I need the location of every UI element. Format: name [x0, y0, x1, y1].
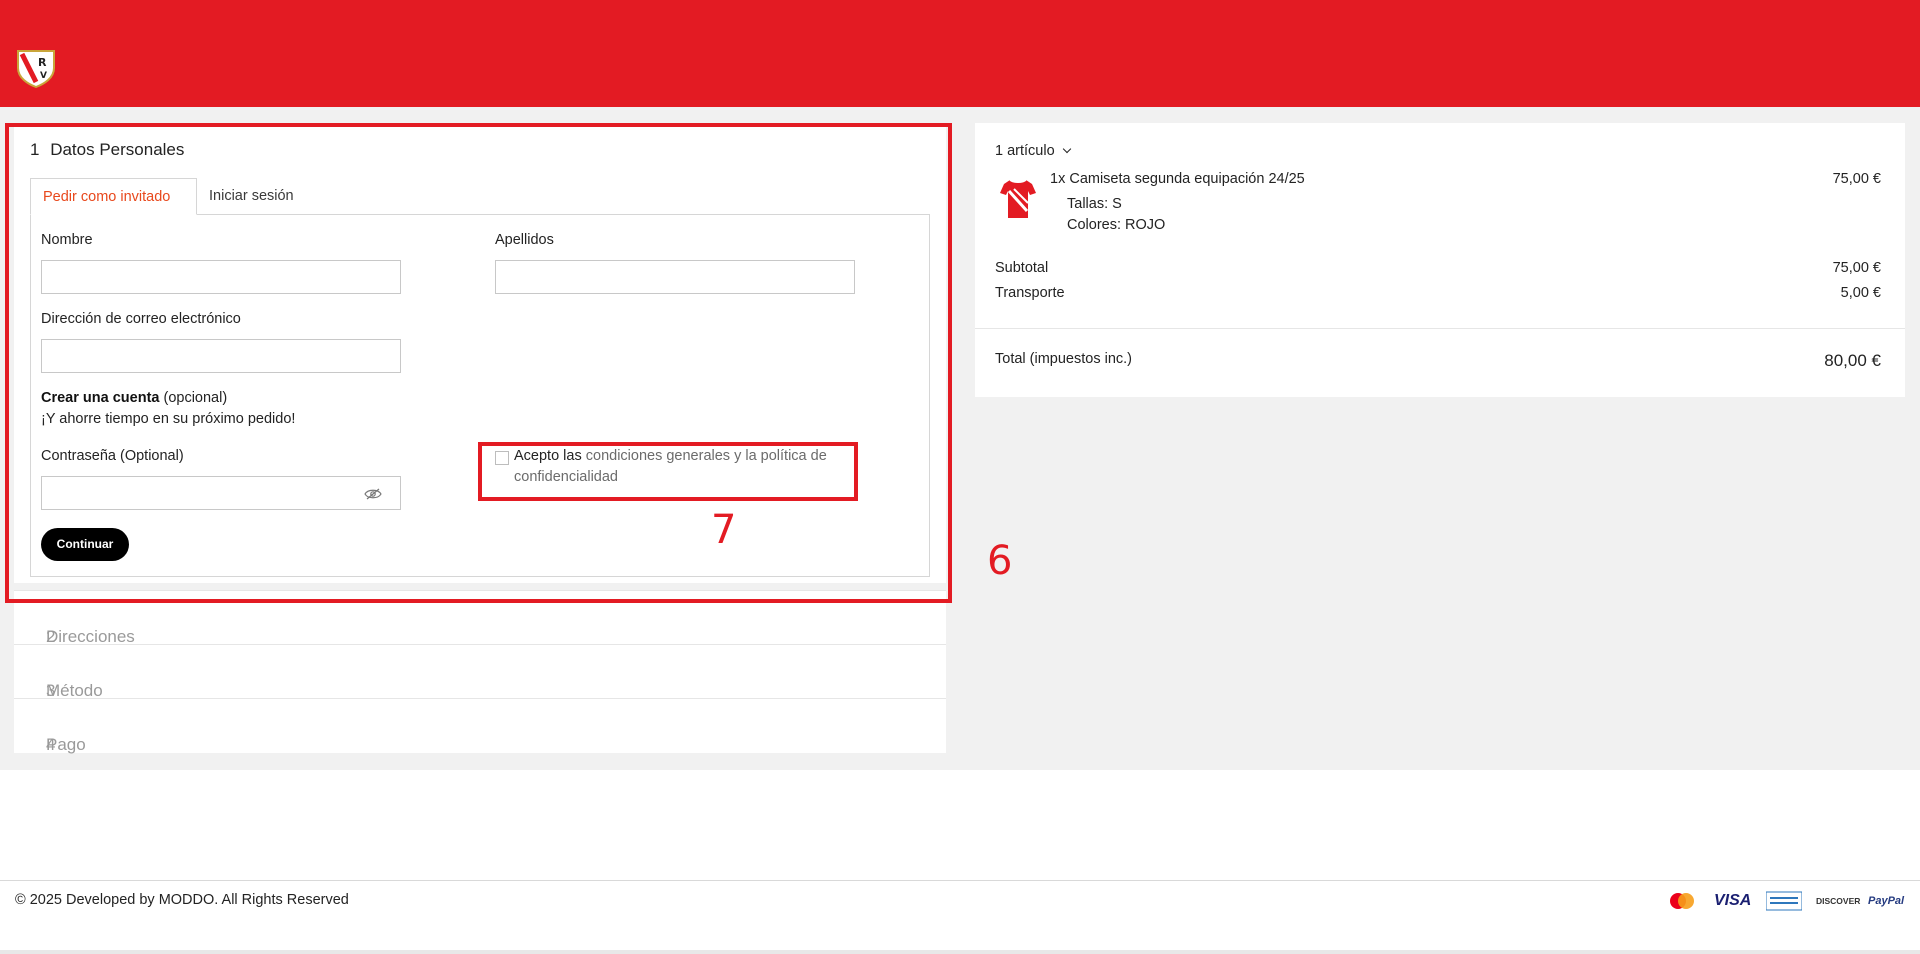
step-3-shipping-method[interactable]: 3 Método de envío	[14, 644, 946, 740]
svg-text:V: V	[40, 71, 47, 81]
product-size: Tallas: S	[1067, 196, 1122, 212]
step-3-label: 3 Método de envío	[46, 681, 103, 740]
tab-guest-checkout[interactable]: Pedir como invitado	[30, 178, 197, 215]
product-color: Colores: ROJO	[1067, 217, 1166, 233]
footer-copyright: © 2025 Developed by MODDO. All Rights Re…	[15, 892, 349, 908]
subtotal-label: Subtotal	[995, 260, 1049, 276]
subtotal-value: 75,00 €	[1832, 260, 1881, 276]
annotation-box-7	[478, 442, 858, 501]
step-2-label: 2 Direcciones	[46, 627, 135, 646]
rayo-shield-logo-icon[interactable]: R V	[14, 48, 58, 88]
cart-item-count-toggle[interactable]: 1 artículo	[995, 143, 1071, 159]
visa-icon: VISA	[1714, 892, 1752, 909]
step-4-label: 4 Pago	[46, 735, 86, 754]
chevron-down-icon	[1062, 144, 1071, 154]
svg-text:R: R	[38, 56, 47, 69]
amex-icon	[1766, 891, 1802, 911]
product-thumbnail[interactable]	[1000, 177, 1036, 221]
annotation-label-6: 6	[987, 538, 1013, 584]
shipping-label: Transporte	[995, 285, 1065, 301]
product-price: 75,00 €	[1832, 171, 1881, 187]
page-bottom-edge	[0, 950, 1920, 954]
summary-divider	[975, 328, 1905, 329]
shipping-value: 5,00 €	[1840, 285, 1881, 301]
discover-icon: DISCOVER	[1816, 896, 1861, 906]
total-value: 80,00 €	[1824, 351, 1881, 370]
item-count: 1 artículo	[995, 143, 1055, 159]
total-label: Total (impuestos inc.)	[995, 351, 1132, 367]
mastercard-icon	[1670, 893, 1694, 909]
annotation-label-7: 7	[711, 507, 737, 553]
paypal-icon: PayPal	[1868, 895, 1905, 907]
footer-divider	[0, 880, 1920, 881]
site-header: R V	[0, 0, 1920, 107]
product-name: 1x Camiseta segunda equipación 24/25	[1050, 171, 1305, 187]
step-4-payment[interactable]: 4 Pago	[14, 698, 946, 754]
